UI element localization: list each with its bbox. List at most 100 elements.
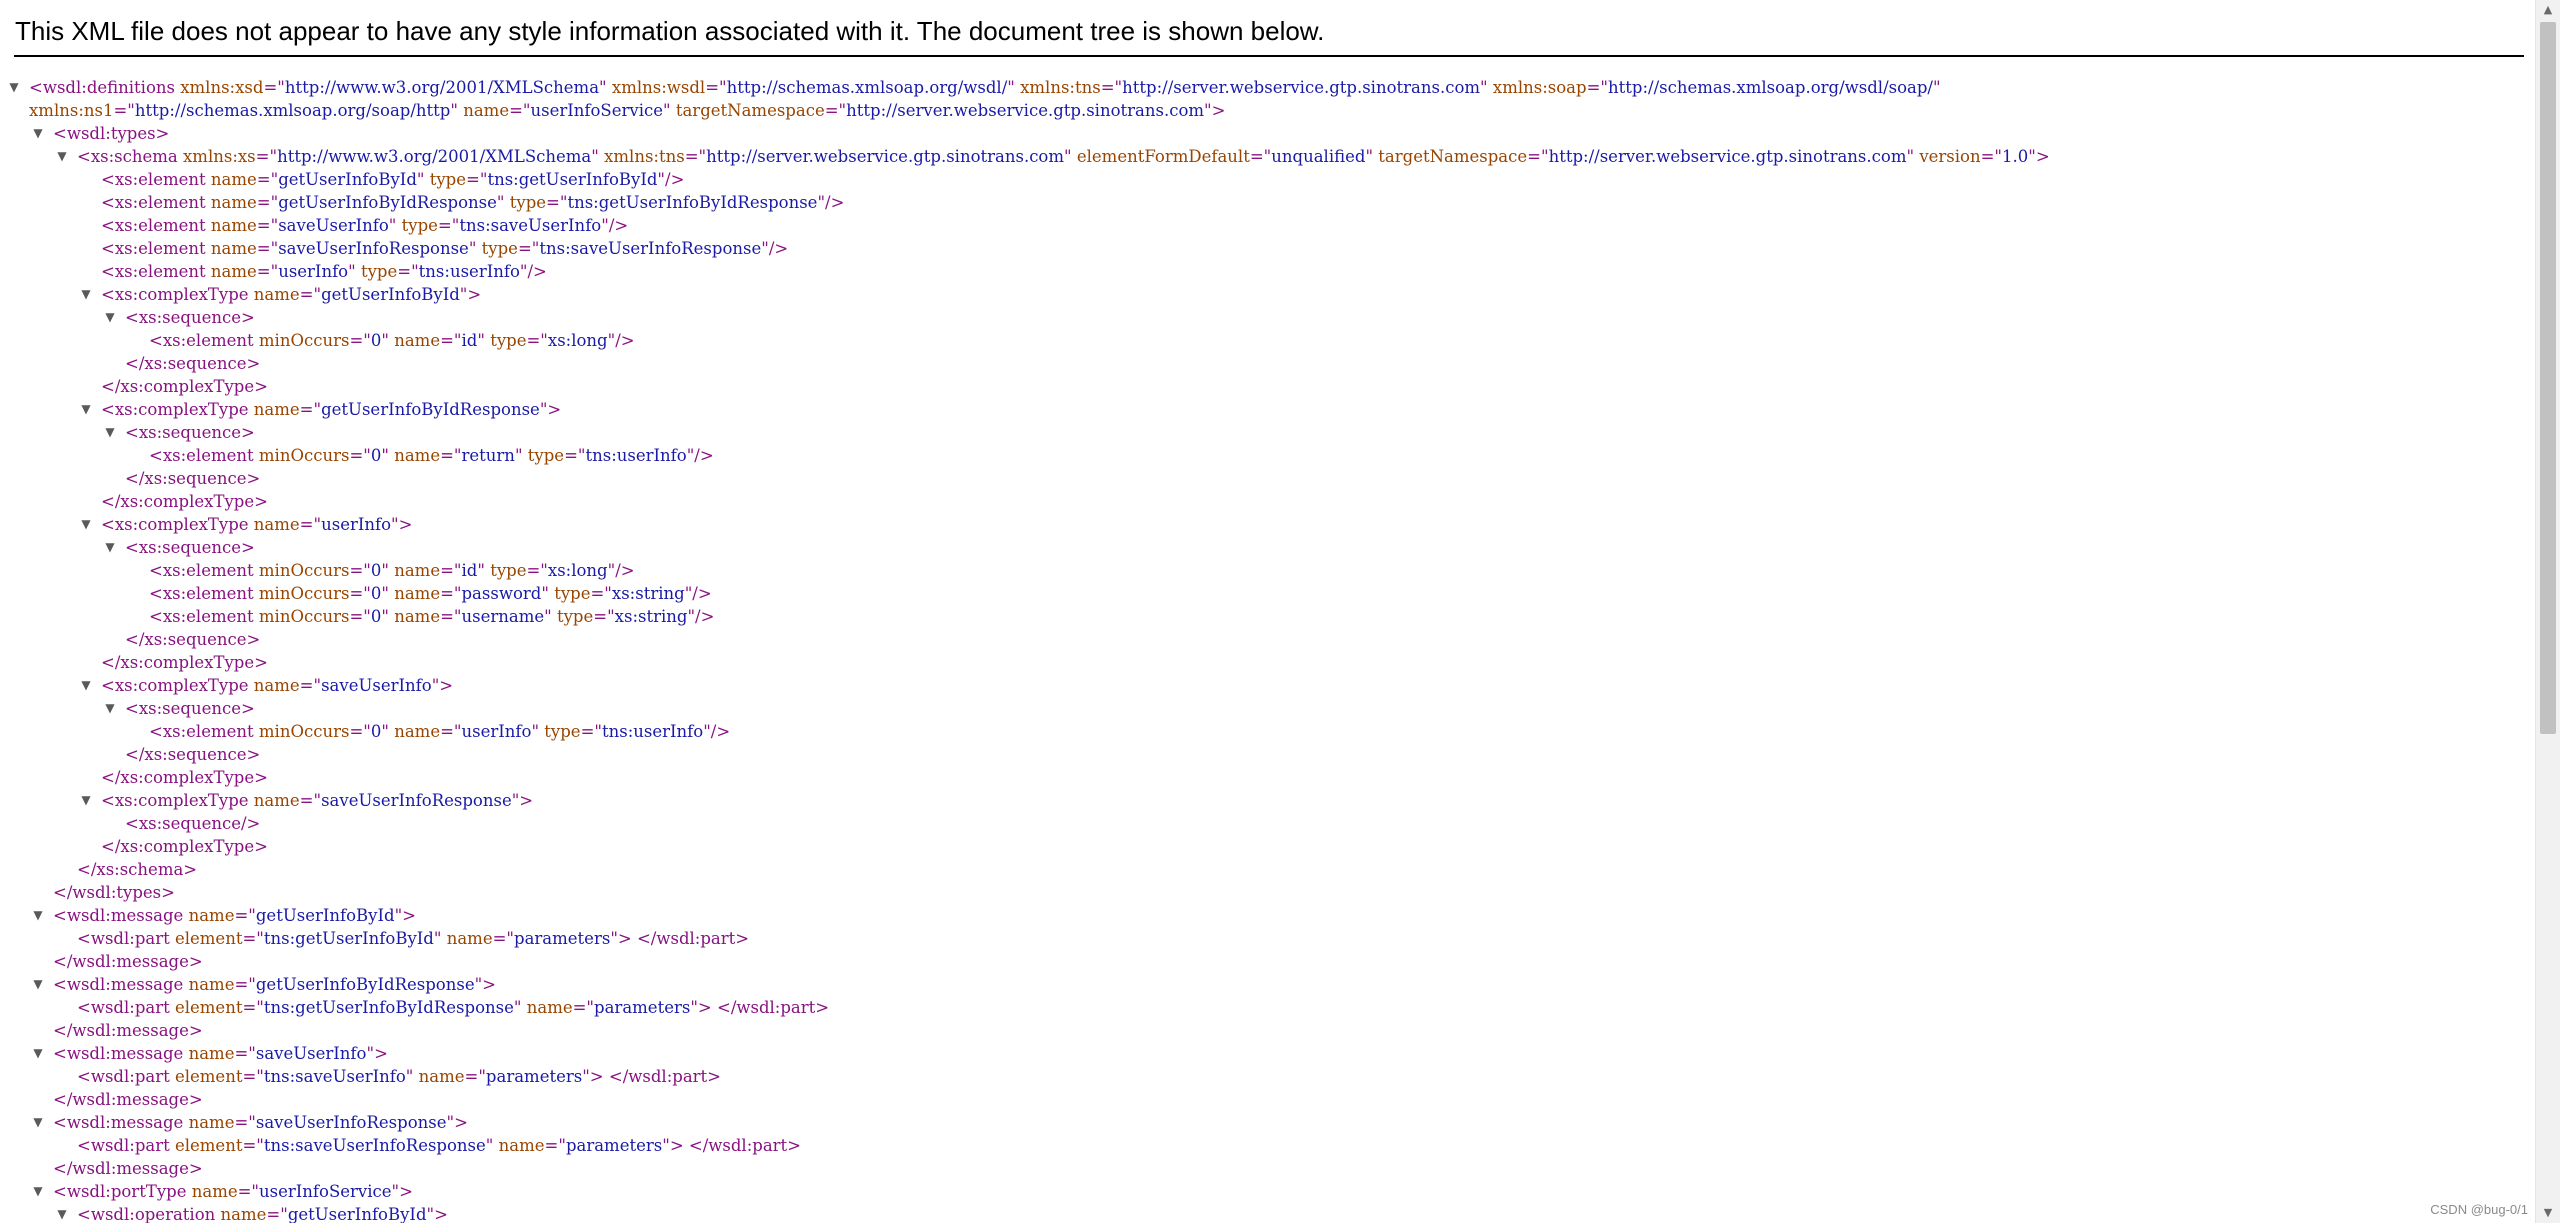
xml-tag-text: <wsdl:message [53,975,189,994]
xml-attribute-name: type [490,331,527,350]
xml-attribute-name: name [394,722,441,741]
collapse-triangle-icon[interactable]: ▼ [7,76,21,99]
collapse-triangle-icon[interactable]: ▼ [79,789,93,812]
xml-tag-text: <xs:element [149,607,259,626]
xml-line-content: <wsdl:portType name="userInfoService"> [53,1180,413,1203]
xml-tag-text: " [381,584,395,603]
collapse-triangle-icon[interactable]: ▼ [31,904,45,927]
collapse-triangle-icon[interactable]: ▼ [31,973,45,996]
xml-attribute-value: 0 [370,584,382,603]
xml-line: ▼ <wsdl:types> [0,122,2525,145]
collapse-triangle-icon[interactable]: ▼ [31,1111,45,1134]
collapse-triangle-icon[interactable]: ▼ [103,536,117,559]
collapse-triangle-icon[interactable]: ▼ [55,1203,69,1223]
xml-attribute-value: saveUserInfoResponse [278,239,469,258]
xml-line: <xs:element minOccurs="0" name="userInfo… [0,720,2525,743]
xml-attribute-name: type [481,239,518,258]
xml-tag-text: </xs:sequence> [125,469,261,488]
xml-attribute-name: minOccurs [258,561,350,580]
xml-tag-text: </xs:complexType> [101,837,268,856]
xml-tag-text: <xs:element [101,170,211,189]
xml-tag-text: "> [1204,101,1226,120]
xml-tag-text: =" [234,1113,256,1132]
xml-attribute-name: name [210,193,257,212]
xml-line: <xs:element name="saveUserInfo" type="tn… [0,214,2525,237]
xml-line-content: <xs:complexType name="getUserInfoById"> [101,283,481,306]
xml-attribute-value: xs:string [611,584,685,603]
xml-tag-text: =" [242,929,264,948]
xml-tag-text: =" [440,331,462,350]
xml-line: ▼ <xs:complexType name="saveUserInfoRespo… [0,789,2525,812]
xml-line-content: </wsdl:types> [53,881,175,904]
collapse-triangle-icon[interactable]: ▼ [103,306,117,329]
xml-line: <wsdl:part element="tns:getUserInfoByIdR… [0,996,2525,1019]
xml-line: ▼ <xs:complexType name="userInfo"> [0,513,2525,536]
xml-tag-text: =" [349,331,371,350]
collapse-triangle-icon[interactable]: ▼ [103,697,117,720]
xml-tag-text: <wsdl:part [77,998,175,1017]
collapse-triangle-icon[interactable]: ▼ [31,1042,45,1065]
xml-line-content: <xs:element name="getUserInfoById" type=… [101,168,684,191]
xml-tag-text: <wsdl:operation [77,1205,221,1223]
xml-tag-text: =" [437,216,460,235]
xml-tag-text: </xs:complexType> [101,492,268,511]
xml-line-content: <xs:element name="saveUserInfoResponse" … [101,237,788,260]
xml-tag-text: =" [256,216,279,235]
xml-tag-text: " [1365,147,1379,166]
xml-tag-text: <xs:schema [77,147,183,166]
collapse-triangle-icon[interactable]: ▼ [31,1180,45,1203]
xml-tag-text: "> </wsdl:part> [690,998,830,1017]
xml-tag-text: "> [2028,147,2050,166]
xml-attribute-name: name [526,998,573,1017]
xml-tag-text: "> </wsdl:part> [662,1136,802,1155]
xml-line: </xs:complexType> [0,651,2525,674]
xml-tag-text: =" [590,584,612,603]
xml-attribute-name: name [446,929,493,948]
collapse-triangle-icon[interactable]: ▼ [55,145,69,168]
scrollbar-thumb[interactable] [2540,22,2556,734]
xml-attribute-name: elementFormDefault [1076,147,1250,166]
xml-line-content: </xs:sequence> [125,352,260,375]
xml-line-content: <xs:element name="getUserInfoByIdRespons… [101,191,844,214]
xml-line: </wsdl:types> [0,881,2525,904]
collapse-triangle-icon[interactable]: ▼ [31,122,45,145]
xml-attribute-value: tns:getUserInfoById [487,170,658,189]
xml-attribute-name: type [509,193,547,212]
xml-line: <xs:element minOccurs="0" name="id" type… [0,559,2525,582]
xml-tag-text: =" [1249,147,1272,166]
scroll-down-arrow-icon[interactable]: ▼ [2536,1203,2560,1223]
scroll-up-arrow-icon[interactable]: ▲ [2536,0,2560,20]
xml-tag-text: <wsdl:message [53,1113,189,1132]
xml-attribute-name: version [1919,147,1981,166]
xml-tag-text: " [405,1067,419,1086]
xml-line-content: <wsdl:part element="tns:saveUserInfoResp… [77,1134,801,1157]
collapse-triangle-icon[interactable]: ▼ [103,421,117,444]
xml-document-tree: ▼ <wsdl:definitions xmlns:xsd="http://www… [0,76,2525,1223]
xml-attribute-value: saveUserInfo [321,676,432,695]
xml-attribute-value: username [461,607,545,626]
xml-attribute-name: name [188,975,235,994]
xml-tag-text: "> </wsdl:part> [582,1067,721,1086]
collapse-triangle-icon[interactable]: ▼ [79,513,93,536]
xml-line: ▼ <wsdl:message name="getUserInfoByIdResp… [0,973,2525,996]
vertical-scrollbar[interactable]: ▲ ▼ [2535,0,2560,1223]
xml-tag-text: "> [394,906,416,925]
xml-tag-text: <xs:sequence> [125,308,255,327]
collapse-triangle-icon[interactable]: ▼ [79,674,93,697]
xml-tag-text: =" [349,584,371,603]
xml-attribute-value: 0 [370,607,382,626]
xml-attribute-value: getUserInfoById [287,1205,427,1223]
collapse-triangle-icon[interactable]: ▼ [79,398,93,421]
xml-line-content: </xs:complexType> [101,375,268,398]
xml-line: </xs:sequence> [0,743,2525,766]
xml-line: </wsdl:message> [0,1019,2525,1042]
xml-tag-text: <xs:complexType [101,515,254,534]
xml-tag-text: =" [440,722,462,741]
collapse-triangle-icon[interactable]: ▼ [79,283,93,306]
xml-tag-text: <wsdl:types> [53,124,170,143]
xml-attribute-name: minOccurs [258,331,350,350]
xml-attribute-name: name [463,101,510,120]
xml-attribute-name: minOccurs [258,584,350,603]
xml-line: <wsdl:part element="tns:saveUserInfo" na… [0,1065,2525,1088]
xml-line-content: <wsdl:types> [53,122,169,145]
